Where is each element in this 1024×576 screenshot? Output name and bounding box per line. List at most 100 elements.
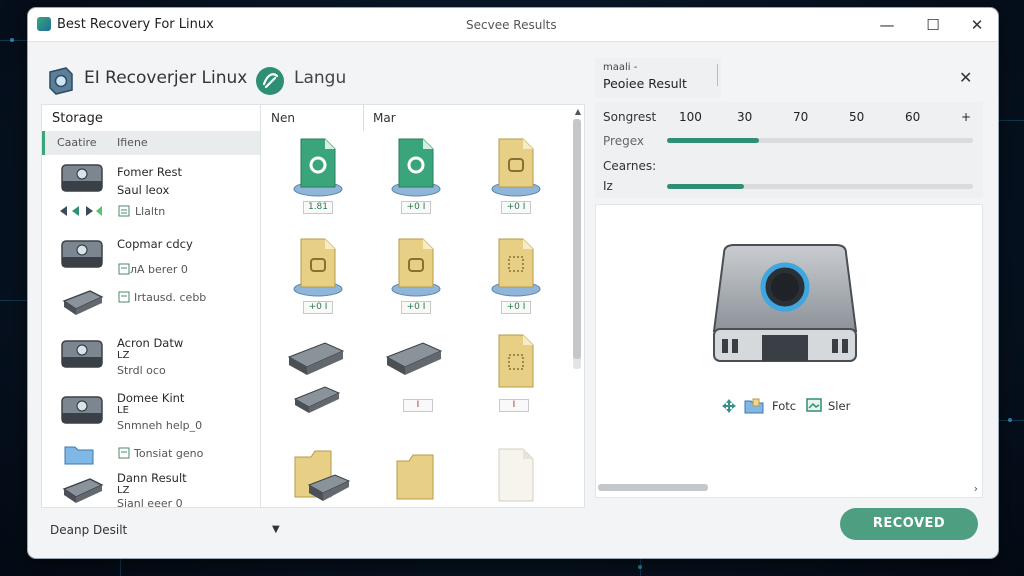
vertical-scrollbar[interactable] [573, 119, 581, 369]
circuit-dot [638, 565, 642, 569]
minimize-button[interactable]: — [873, 14, 901, 36]
hard-drive-icon [61, 396, 103, 424]
file-tag: +0 I [401, 301, 431, 314]
storage-item[interactable]: Domee Kint LE Snmneh help_0 [42, 389, 260, 435]
drive-status: Llaltn [135, 205, 166, 218]
file-tag: +0 I [303, 301, 333, 314]
drive-status: лА berer 0 [130, 263, 188, 276]
hard-drive-icon [61, 340, 103, 368]
tab-caatire[interactable]: Caatire [57, 136, 97, 149]
app-header: ЕI Recoverjer Linux Langu [28, 42, 588, 110]
file-item[interactable]: +0 I [489, 235, 569, 325]
drive-name: Acron Datw [117, 336, 184, 350]
document-icon [118, 447, 130, 459]
drive-detail: LZ [117, 485, 130, 496]
storage-tabs: Caatire Ifiene [42, 131, 260, 155]
language-icon[interactable] [256, 67, 284, 95]
filter-select[interactable]: Deanp Desilt [50, 523, 127, 537]
stat-label: Songrest [603, 110, 657, 124]
stat-value: 100 [679, 110, 702, 124]
recover-button[interactable]: RECOVED [840, 508, 978, 540]
document-icon [118, 263, 130, 275]
folder-icon [396, 454, 434, 500]
file-item[interactable]: I [383, 337, 463, 427]
column-header-mar[interactable]: Mar [373, 111, 396, 125]
file-item[interactable]: +0 I [291, 235, 371, 325]
app-title: Best Recovery For Linux [57, 17, 214, 32]
column-divider [363, 105, 364, 131]
hard-drive-icon [61, 240, 103, 268]
file-item[interactable]: +0 I [389, 135, 469, 225]
horizontal-scrollbar[interactable] [598, 484, 708, 491]
close-result-icon[interactable]: ✕ [959, 68, 972, 87]
preview-pane: Fotc Sler › [595, 204, 983, 498]
file-item[interactable]: 1.81 [291, 135, 371, 225]
close-button[interactable]: ✕ [963, 14, 991, 36]
circuit-dot [1008, 418, 1012, 422]
title-bar: Best Recovery For Linux Secvee Results —… [28, 8, 998, 42]
file-item[interactable] [285, 337, 365, 427]
folder-icon [64, 446, 94, 465]
scroll-right-icon[interactable]: › [974, 482, 978, 495]
preview-label-fotc[interactable]: Fotc [772, 399, 796, 413]
storage-item[interactable]: Dann Result LZ Sianl eeer 0 [42, 469, 260, 510]
image-icon[interactable] [806, 398, 822, 412]
drive-detail: LE [117, 405, 129, 416]
usb-drive-icon [62, 290, 104, 315]
file-item[interactable]: I [495, 333, 575, 423]
storage-item[interactable]: Tonsiat geno [42, 441, 260, 467]
drive-status: Tonsiat geno [134, 447, 204, 460]
storage-item[interactable]: Irtausd. cebb [42, 285, 260, 319]
status-arrows-icon [60, 206, 102, 216]
circuit-line [0, 40, 28, 41]
scrollbar-thumb[interactable] [573, 119, 581, 359]
file-tag: +0 I [501, 301, 531, 314]
hard-drive-preview-icon [712, 244, 858, 362]
brand-title: ЕI Recoverjer Linux [84, 68, 248, 88]
language-label[interactable]: Langu [294, 68, 346, 88]
storage-item[interactable]: Copmar cdcy лА berer 0 [42, 233, 260, 278]
folder-with-drive-icon [294, 450, 351, 501]
circuit-dot [10, 38, 14, 42]
drive-logo-icon [49, 67, 73, 95]
circuit-line [998, 120, 1024, 121]
green-file-icon [391, 138, 441, 197]
hard-drive-icon [61, 164, 103, 192]
file-item[interactable]: +0 I [389, 235, 469, 325]
drive-name: Fomer Rest [117, 165, 182, 179]
storage-item[interactable]: Fomer Rest Saul leox Llaltn [42, 161, 260, 223]
result-tab[interactable]: maali - Peoiee Result [595, 58, 721, 98]
yellow-file-icon [491, 238, 541, 297]
maximize-button[interactable]: ☐ [919, 14, 947, 36]
folder-icon[interactable] [744, 398, 764, 414]
yellow-file-icon [498, 334, 534, 388]
result-caption: maali - [603, 62, 638, 73]
add-icon[interactable]: + [961, 110, 971, 124]
progress-bar [667, 184, 973, 189]
usb-drive-icon [385, 342, 443, 375]
blank-file-icon [498, 448, 534, 502]
column-header-name[interactable]: Nen [271, 111, 295, 125]
move-icon[interactable] [722, 399, 736, 413]
drive-status: Sianl eeer 0 [117, 497, 183, 510]
storage-item[interactable]: Acron Datw LZ Strdl oco [42, 333, 260, 379]
drive-detail: LZ [117, 350, 130, 361]
window-subtitle: Secvee Results [466, 18, 557, 32]
tab-ifiene[interactable]: Ifiene [117, 136, 148, 149]
app-icon [37, 17, 51, 31]
scroll-up-icon[interactable]: ▲ [575, 107, 581, 116]
result-panel: maali - Peoiee Result ✕ Songrest 100 30 … [595, 58, 987, 498]
chevron-down-icon[interactable]: ▼ [272, 524, 280, 535]
file-item[interactable] [291, 447, 371, 537]
preview-label-sler[interactable]: Sler [828, 399, 850, 413]
file-item[interactable] [495, 447, 575, 537]
circuit-line [120, 558, 121, 576]
file-item[interactable]: +0 I [489, 135, 569, 225]
stats-panel: Songrest 100 30 70 50 60 + Pregex Cearne… [595, 102, 983, 198]
stat-label: Cearnes: [603, 159, 657, 173]
file-item[interactable] [393, 447, 473, 537]
divider [717, 64, 718, 86]
stat-value: 60 [905, 110, 921, 124]
progress-bar [667, 138, 973, 143]
drive-status: Irtausd. cebb [134, 291, 207, 304]
